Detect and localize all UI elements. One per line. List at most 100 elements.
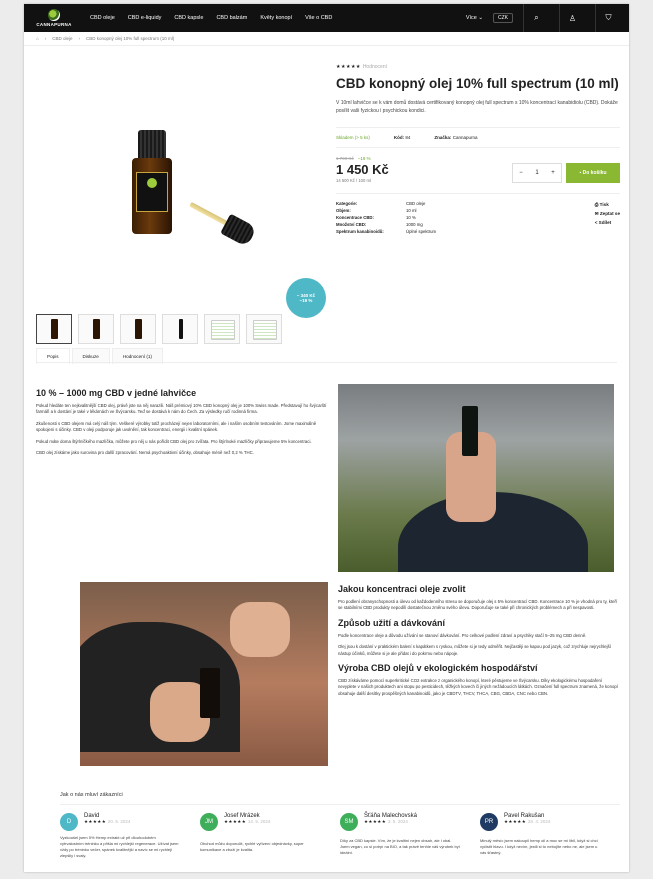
spec-row: Koncentrace CBD: 10 % xyxy=(336,215,416,220)
paragraph: Olej jsou k dostání v praktickém balení … xyxy=(338,644,611,656)
nav-item-vse-o-cbd[interactable]: Vše o CBD xyxy=(305,15,332,21)
discount-percent: −19 % xyxy=(357,156,371,161)
page-frame: CANNAPURNA CBD oleje CBD e-liquidy CBD k… xyxy=(24,4,629,872)
spec-row: Spektrum kanabinoidů: Úplné spektrum xyxy=(336,229,437,234)
code-value: 84 xyxy=(405,135,411,140)
ask-action[interactable]: ✉ Zeptat se xyxy=(595,209,620,218)
section-heading: Výroba CBD olejů v ekologickém hospodářs… xyxy=(338,663,538,674)
rating-stars: ★★★★★ xyxy=(336,64,361,70)
paragraph: Pokud hledáte ten nejkvalitnější CBD ole… xyxy=(36,403,327,415)
more-label: Více xyxy=(465,15,477,21)
paragraph: Zkušenosti s CBD olejem má celý náš tým.… xyxy=(36,420,317,433)
thumbnail[interactable] xyxy=(246,314,282,344)
thumbnail[interactable] xyxy=(78,314,114,344)
header-tools: Více ⌄ CZK ⌕ ♙ ⛉ xyxy=(466,4,621,32)
nav-item-cbd-kapsle[interactable]: CBD kapsle xyxy=(174,15,203,21)
spec-row: Objem: 10 ml xyxy=(336,208,417,213)
dropper-image xyxy=(185,195,258,248)
product-info: ★★★★★ Hodnocení CBD konopný olej 10% ful… xyxy=(336,64,620,235)
nav-item-cbd-e-liquidy[interactable]: CBD e-liquidy xyxy=(128,15,162,21)
section-heading: Způsob užití a dávkování xyxy=(338,617,446,628)
home-icon[interactable]: ⌂ xyxy=(36,36,39,41)
bottle-image xyxy=(132,130,172,235)
stock-status: Skladem (> 5 ks) xyxy=(336,135,370,140)
paragraph: Pokud máte doma štýrlníčkého mazlíčka, m… xyxy=(36,438,312,444)
avatar: PR xyxy=(480,813,498,831)
sale-badge: − 340 Kč −19 % xyxy=(286,278,326,318)
review-card: JM Josef Mrázek ★★★★★ 14. 5. 2024 Obchod … xyxy=(200,813,340,859)
cart-icon[interactable]: ⛉ xyxy=(595,4,621,32)
plus-icon[interactable]: + xyxy=(545,170,561,176)
more-menu[interactable]: Více ⌄ xyxy=(466,15,483,21)
add-to-cart-label: Do košíku xyxy=(582,170,607,176)
avatar: JM xyxy=(200,813,218,831)
minus-icon[interactable]: − xyxy=(513,170,529,176)
nav-item-kvety-konopi[interactable]: Květy konopí xyxy=(260,15,292,21)
description-block-2: Jakou koncentraci oleje zvolit Pro podle… xyxy=(338,584,620,697)
spec-row: Množství CBD: 1000 mg xyxy=(336,222,423,227)
review-card: SM Šťáňa Malechovská ★★★★★ 3. 5. 2024 Dík… xyxy=(340,813,480,859)
nav-item-cbd-balzam[interactable]: CBD balzám xyxy=(216,15,247,21)
product-code: Kód: 84 xyxy=(394,135,411,140)
top-navigation: CANNAPURNA CBD oleje CBD e-liquidy CBD k… xyxy=(24,4,629,32)
spec-table: Kategorie: CBD oleje Objem: 10 ml Koncentr… xyxy=(336,200,436,235)
customer-reviews: Jak o nás mluví zákazníci D David ★★★★★ 2… xyxy=(60,792,620,859)
tabs-divider xyxy=(36,362,617,363)
share-action[interactable]: < Sdílet xyxy=(595,218,620,227)
buy-box: 1 790 Kč −19 % 1 450 Kč 14 500 Kč / 100 m… xyxy=(336,156,620,183)
review-card: D David ★★★★★ 20. 5. 2024 Vyzkoušel jsem … xyxy=(60,813,200,859)
breadcrumb: ⌂ › CBD oleje › CBD konopný olej 10% ful… xyxy=(24,32,629,46)
review-stars: ★★★★★ 28. 4. 2024 xyxy=(504,819,551,824)
paragraph: Podle koncentrace oleje a důvodu užívání… xyxy=(338,632,587,638)
product-detail: − 340 Kč −19 % ★★★★★ Hodnocení CBD konop… xyxy=(24,46,629,364)
old-price-row: 1 790 Kč −19 % xyxy=(336,156,389,161)
logo[interactable]: CANNAPURNA xyxy=(32,9,76,27)
paragraph: CBD olej získáme jako surovina pro další… xyxy=(36,450,254,456)
product-brand: Značka: Cannapurna xyxy=(434,135,477,140)
product-main-image[interactable] xyxy=(36,70,322,310)
quantity-value[interactable]: 1 xyxy=(529,170,545,176)
brand-label: Značka: xyxy=(434,135,452,140)
thumbnail[interactable] xyxy=(204,314,240,344)
add-to-cart-button[interactable]: ▪ Do košíku xyxy=(566,163,620,183)
review-text: Vyzkoušel jsem 5% Hemp extrakt už při dl… xyxy=(60,835,179,858)
paragraph: CBD získáváme pomocí superkritické CO2 e… xyxy=(338,678,618,696)
brand-value[interactable]: Cannapurna xyxy=(453,135,478,140)
review-stars: ★★★★★ 14. 5. 2024 xyxy=(224,819,271,824)
currency-select[interactable]: CZK xyxy=(493,13,513,23)
thumbnail[interactable] xyxy=(36,314,72,344)
main-menu: CBD oleje CBD e-liquidy CBD kapsle CBD b… xyxy=(90,15,466,21)
logo-icon xyxy=(48,9,60,21)
review-text: Minulý měsíc jsem nakoupil hemp oil a mo… xyxy=(480,838,598,855)
review-card: PR Pavel Rakušan ★★★★★ 28. 4. 2024 Minulý… xyxy=(480,813,620,859)
breadcrumb-category[interactable]: CBD oleje xyxy=(52,36,72,41)
spec-row: Kategorie: CBD oleje xyxy=(336,201,426,206)
review-stars: ★★★★★ 20. 5. 2024 xyxy=(84,819,131,824)
avatar: D xyxy=(60,813,78,831)
thumbnail[interactable] xyxy=(162,314,198,344)
rating[interactable]: ★★★★★ Hodnocení xyxy=(336,64,620,70)
nav-item-cbd-oleje[interactable]: CBD oleje xyxy=(90,15,115,21)
logo-text: CANNAPURNA xyxy=(36,22,72,27)
description-block-1: 10 % – 1000 mg CBD v jedné lahvičce Poku… xyxy=(36,388,328,456)
section-heading: 10 % – 1000 mg CBD v jedné lahvičce xyxy=(36,388,197,398)
review-text: Díky za CBD kapsle. Vím, že je kvalitní … xyxy=(340,838,460,855)
spec-section: Kategorie: CBD oleje Objem: 10 ml Koncentr… xyxy=(336,193,620,235)
thumbnail[interactable] xyxy=(120,314,156,344)
reviews-row: D David ★★★★★ 20. 5. 2024 Vyzkoušel jsem … xyxy=(60,813,620,859)
review-stars: ★★★★★ 3. 5. 2024 xyxy=(364,819,408,824)
avatar: SM xyxy=(340,813,358,831)
search-icon[interactable]: ⌕ xyxy=(523,4,549,32)
old-price: 1 790 Kč xyxy=(336,156,354,161)
print-action[interactable]: ⎙ Tisk xyxy=(595,200,620,209)
user-icon[interactable]: ♙ xyxy=(559,4,585,32)
product-meta: Skladem (> 5 ks) Kód: 84 Značka: Cannapu… xyxy=(336,127,620,148)
product-actions: ⎙ Tisk ✉ Zeptat se < Sdílet xyxy=(595,200,620,235)
thumbnail-strip xyxy=(36,314,282,344)
rating-link[interactable]: Hodnocení xyxy=(363,64,387,70)
code-label: Kód: xyxy=(393,135,405,140)
breadcrumb-separator: › xyxy=(78,36,80,41)
lifestyle-photo-dropper xyxy=(80,582,328,766)
lifestyle-photo-holding-bottle xyxy=(338,384,614,572)
review-text: Obchod můžu doporučit, rychlé vyřízení o… xyxy=(200,841,304,852)
